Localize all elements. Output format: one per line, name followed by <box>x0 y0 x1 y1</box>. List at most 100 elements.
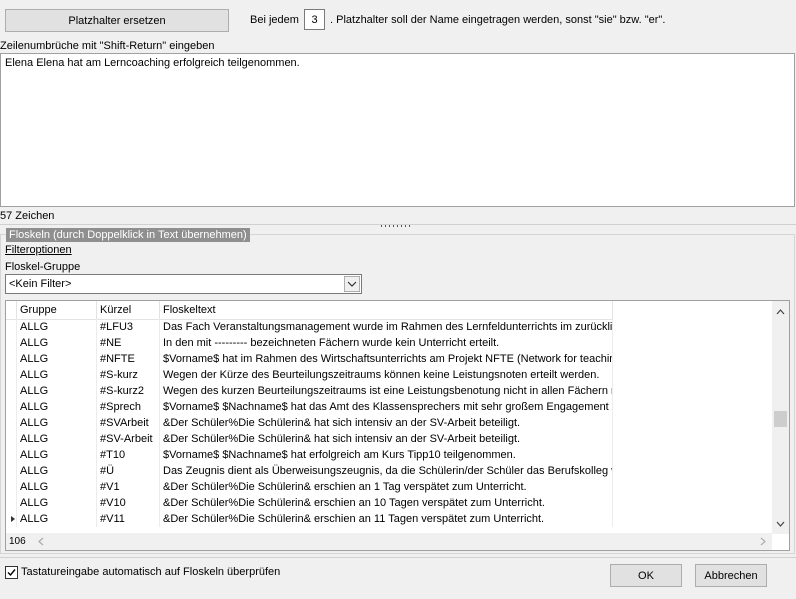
vertical-scrollbar[interactable] <box>772 301 789 534</box>
auto-check-label: Tastatureingabe automatisch auf Floskeln… <box>21 566 281 578</box>
cell-text: Wegen der Kürze des Beurteilungszeitraum… <box>160 367 613 383</box>
cell-text: &Der Schüler%Die Schülerin& hat sich int… <box>160 431 613 447</box>
group-select-value: <Kein Filter> <box>9 278 72 290</box>
cell-group: ALLG <box>17 447 97 463</box>
row-indicator-header <box>6 301 17 319</box>
editor-hint: Zeilenumbrüche mit "Shift-Return" eingeb… <box>0 40 215 52</box>
cell-short: #NE <box>97 335 160 351</box>
cell-group: ALLG <box>17 335 97 351</box>
chevron-down-icon[interactable] <box>344 276 360 292</box>
cancel-button[interactable]: Abbrechen <box>695 564 767 587</box>
column-header-group[interactable]: Gruppe <box>17 301 97 319</box>
ok-button[interactable]: OK <box>610 564 682 587</box>
cell-group: ALLG <box>17 495 97 511</box>
table-row[interactable]: ALLG #SVArbeit &Der Schüler%Die Schülerin&… <box>6 415 613 431</box>
cell-text: In den mit --------- bezeichneten Fächer… <box>160 335 613 351</box>
cell-text: &Der Schüler%Die Schülerin& erschien an … <box>160 511 613 527</box>
column-header-text[interactable]: Floskeltext <box>160 301 613 319</box>
cell-short: #V10 <box>97 495 160 511</box>
table-row[interactable]: ALLG #LFU3 Das Fach Veranstaltungsmanageme… <box>6 319 613 335</box>
cell-short: #LFU3 <box>97 319 160 335</box>
cell-group: ALLG <box>17 431 97 447</box>
row-indicator <box>6 319 17 335</box>
checkmark-icon <box>7 569 16 577</box>
table-row[interactable]: ALLG #V1 &Der Schüler%Die Schülerin& ersch… <box>6 479 613 495</box>
cell-short: #V1 <box>97 479 160 495</box>
column-header-short[interactable]: Kürzel <box>97 301 160 319</box>
table-header: Gruppe Kürzel Floskeltext <box>6 301 613 320</box>
table-row[interactable]: ALLG #SV-Arbeit &Der Schüler%Die Schülerin… <box>6 431 613 447</box>
row-indicator <box>6 415 17 431</box>
horizontal-scrollbar[interactable]: 106 <box>6 533 772 550</box>
cell-short: #S-kurz2 <box>97 383 160 399</box>
every-suffix-label: . Platzhalter soll der Name eingetragen … <box>330 14 666 26</box>
cell-short: #SV-Arbeit <box>97 431 160 447</box>
row-indicator <box>6 447 17 463</box>
cell-short: #NFTE <box>97 351 160 367</box>
chevron-left-icon <box>38 537 44 546</box>
cell-short: #Ü <box>97 463 160 479</box>
cell-group: ALLG <box>17 367 97 383</box>
table-row[interactable]: ALLG #Ü Das Zeugnis dient als Überweisungs… <box>6 463 613 479</box>
row-indicator <box>6 351 17 367</box>
cell-group: ALLG <box>17 399 97 415</box>
table-row[interactable]: ALLG #V10 &Der Schüler%Die Schülerin& ersc… <box>6 495 613 511</box>
cell-text: $Vorname$ $Nachname$ hat das Amt des Kla… <box>160 399 613 415</box>
triangle-right-icon <box>11 516 15 522</box>
cell-short: #S-kurz <box>97 367 160 383</box>
cell-short: #SVArbeit <box>97 415 160 431</box>
row-count: 106 <box>9 536 26 547</box>
cell-text: Das Fach Veranstaltungsmanagement wurde … <box>160 319 613 335</box>
group-select[interactable]: <Kein Filter> <box>5 274 362 294</box>
cell-text: Wegen des kurzen Beurteilungszeitraums i… <box>160 383 613 399</box>
phrases-table[interactable]: Gruppe Kürzel Floskeltext ALLG #LFU3 Das F… <box>5 300 790 551</box>
table-row[interactable]: ALLG #S-kurz2 Wegen des kurzen Beurteilung… <box>6 383 613 399</box>
chevron-down-icon <box>776 521 785 527</box>
group-label: Floskel-Gruppe <box>5 261 81 273</box>
scroll-thumb <box>774 411 787 427</box>
cell-short: #Sprech <box>97 399 160 415</box>
cell-text: Das Zeugnis dient als Überweisungszeugni… <box>160 463 613 479</box>
table-row[interactable]: ALLG #NE In den mit --------- bezeichneten… <box>6 335 613 351</box>
chevron-up-icon <box>776 309 785 315</box>
cell-group: ALLG <box>17 479 97 495</box>
phrases-group-title: Floskeln (durch Doppelklick in Text über… <box>6 228 250 242</box>
cell-group: ALLG <box>17 351 97 367</box>
row-indicator <box>6 399 17 415</box>
table-row[interactable]: ALLG #V11 &Der Schüler%Die Schülerin& ersc… <box>6 511 613 527</box>
chevron-right-icon <box>760 537 766 546</box>
auto-check-checkbox[interactable] <box>5 566 18 579</box>
cell-group: ALLG <box>17 383 97 399</box>
table-row[interactable]: ALLG #T10 $Vorname$ $Nachname$ hat erfolgr… <box>6 447 613 463</box>
cell-group: ALLG <box>17 319 97 335</box>
cell-text: $Vorname$ $Nachname$ hat erfolgreich am … <box>160 447 613 463</box>
row-indicator <box>6 335 17 351</box>
cell-short: #V11 <box>97 511 160 527</box>
row-indicator <box>6 479 17 495</box>
replace-placeholder-button[interactable]: Platzhalter ersetzen <box>5 9 229 32</box>
cell-text: $Vorname$ hat im Rahmen des Wirtschaftsu… <box>160 351 613 367</box>
cell-text: &Der Schüler%Die Schülerin& hat sich int… <box>160 415 613 431</box>
row-indicator <box>6 383 17 399</box>
table-row[interactable]: ALLG #NFTE $Vorname$ hat im Rahmen des Wir… <box>6 351 613 367</box>
cell-text: &Der Schüler%Die Schülerin& erschien an … <box>160 495 613 511</box>
cell-group: ALLG <box>17 463 97 479</box>
every-n-input[interactable]: 3 <box>304 9 325 30</box>
editor-text: Elena Elena hat am Lerncoaching erfolgre… <box>5 57 300 69</box>
table-row[interactable]: ALLG #S-kurz Wegen der Kürze des Beurteilu… <box>6 367 613 383</box>
every-prefix-label: Bei jedem <box>250 14 299 26</box>
cell-short: #T10 <box>97 447 160 463</box>
cell-group: ALLG <box>17 511 97 527</box>
row-indicator <box>6 463 17 479</box>
char-count: 57 Zeichen <box>0 210 55 222</box>
row-indicator <box>6 367 17 383</box>
table-row[interactable]: ALLG #Sprech $Vorname$ $Nachname$ hat das … <box>6 399 613 415</box>
cell-text: &Der Schüler%Die Schülerin& erschien an … <box>160 479 613 495</box>
row-indicator <box>6 511 17 527</box>
filter-options-link[interactable]: Filteroptionen <box>5 244 72 256</box>
row-indicator <box>6 495 17 511</box>
cell-group: ALLG <box>17 415 97 431</box>
grip-icon <box>381 225 410 227</box>
text-editor[interactable]: Elena Elena hat am Lerncoaching erfolgre… <box>0 53 795 207</box>
row-indicator <box>6 431 17 447</box>
